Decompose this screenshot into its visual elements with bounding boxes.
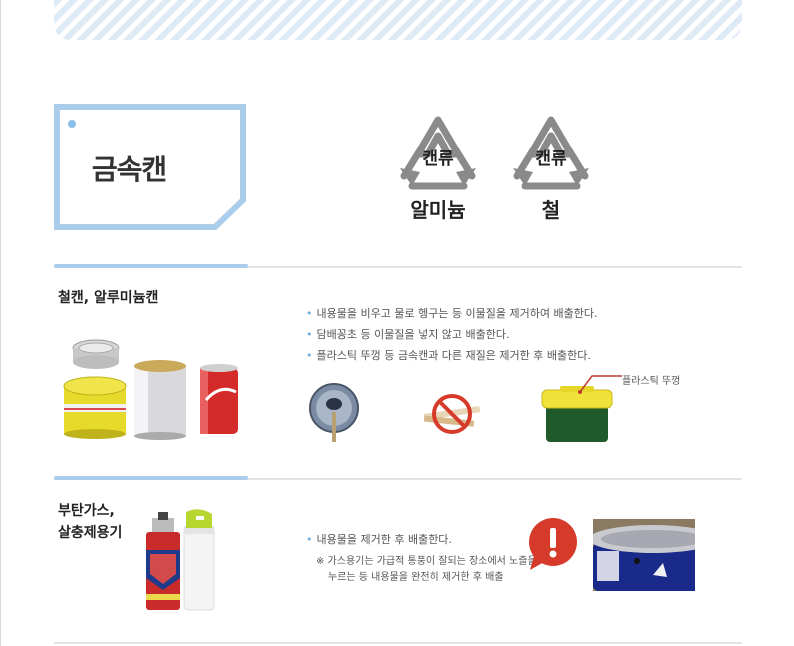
section-accent bbox=[54, 264, 248, 268]
section-divider bbox=[54, 642, 742, 644]
bullet-item: • 내용물을 비우고 물로 헹구는 등 이물질을 제거하여 배출한다. bbox=[306, 307, 598, 320]
category-title: 금속캔 bbox=[91, 153, 167, 186]
section-title-gas-line2: 살충제용기 bbox=[58, 525, 123, 541]
warning-icon bbox=[529, 518, 577, 570]
callout-label: 플라스틱 뚜껑 bbox=[622, 376, 681, 387]
bullet-item: • 담배꽁초 등 이물질을 넣지 않고 배출한다. bbox=[306, 328, 510, 341]
recycle-steel-icon: 캔류 bbox=[511, 116, 591, 196]
recycle-aluminum-inner: 캔류 bbox=[422, 149, 454, 169]
header-stripe-band bbox=[54, 0, 742, 40]
no-cigarette-icon bbox=[423, 394, 481, 434]
bullet-item: • 내용물을 제거한 후 배출한다. bbox=[306, 533, 452, 546]
bullet-item: • 플라스틱 뚜껑 등 금속캔과 다른 재질은 제거한 후 배출한다. bbox=[306, 349, 591, 362]
page-edge bbox=[0, 0, 1, 646]
section-title-gas-line1: 부탄가스, bbox=[58, 503, 115, 519]
section-accent bbox=[54, 476, 248, 480]
recycle-steel-inner: 캔류 bbox=[535, 149, 567, 169]
section-title-cans: 철캔, 알루미늄캔 bbox=[58, 290, 159, 306]
recycle-aluminum-label: 알미늄 bbox=[410, 198, 466, 222]
note-line: ※ 가스용기는 가급적 통풍이 잘되는 장소에서 노즐을 bbox=[316, 556, 537, 567]
metal-cans-illustration bbox=[63, 339, 238, 440]
can-tab-image bbox=[309, 383, 359, 442]
callout-line bbox=[578, 375, 622, 394]
note-line: 누르는 등 내용물을 완전히 제거한 후 배출 bbox=[328, 572, 504, 583]
recycle-aluminum-icon: 캔류 bbox=[398, 116, 478, 196]
punctured-can-photo bbox=[593, 519, 695, 591]
recycle-steel-label: 철 bbox=[541, 198, 561, 222]
gas-cans-illustration bbox=[146, 509, 215, 611]
